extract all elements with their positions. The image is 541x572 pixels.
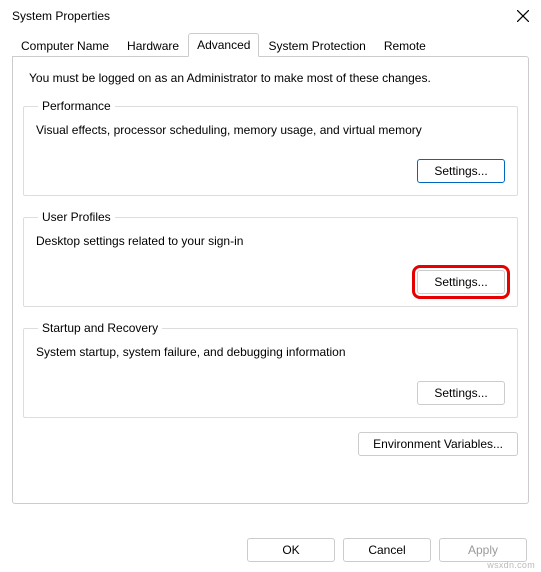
tab-advanced[interactable]: Advanced — [188, 33, 259, 57]
tab-remote[interactable]: Remote — [375, 34, 435, 57]
titlebar: System Properties — [0, 0, 541, 32]
performance-legend: Performance — [38, 99, 115, 113]
cancel-button[interactable]: Cancel — [343, 538, 431, 562]
watermark: wsxdn.com — [487, 560, 535, 570]
ok-button[interactable]: OK — [247, 538, 335, 562]
environment-variables-button[interactable]: Environment Variables... — [358, 432, 518, 456]
startup-recovery-settings-button[interactable]: Settings... — [417, 381, 505, 405]
close-icon — [517, 10, 529, 22]
performance-group: Performance Visual effects, processor sc… — [23, 99, 518, 196]
user-profiles-group: User Profiles Desktop settings related t… — [23, 210, 518, 307]
apply-button[interactable]: Apply — [439, 538, 527, 562]
performance-desc: Visual effects, processor scheduling, me… — [36, 123, 505, 137]
user-profiles-legend: User Profiles — [38, 210, 115, 224]
user-profiles-settings-button[interactable]: Settings... — [417, 270, 505, 294]
tab-strip: Computer Name Hardware Advanced System P… — [0, 32, 541, 56]
window-title: System Properties — [12, 9, 110, 23]
performance-settings-button[interactable]: Settings... — [417, 159, 505, 183]
user-profiles-desc: Desktop settings related to your sign-in — [36, 234, 505, 248]
startup-recovery-legend: Startup and Recovery — [38, 321, 162, 335]
startup-recovery-group: Startup and Recovery System startup, sys… — [23, 321, 518, 418]
tab-system-protection[interactable]: System Protection — [259, 34, 374, 57]
system-properties-window: System Properties Computer Name Hardware… — [0, 0, 541, 572]
tab-content-advanced: You must be logged on as an Administrato… — [12, 56, 529, 504]
close-button[interactable] — [513, 6, 533, 26]
dialog-button-row: OK Cancel Apply — [247, 538, 527, 562]
tab-hardware[interactable]: Hardware — [118, 34, 188, 57]
tab-computer-name[interactable]: Computer Name — [12, 34, 118, 57]
intro-text: You must be logged on as an Administrato… — [23, 71, 518, 95]
startup-recovery-desc: System startup, system failure, and debu… — [36, 345, 505, 359]
